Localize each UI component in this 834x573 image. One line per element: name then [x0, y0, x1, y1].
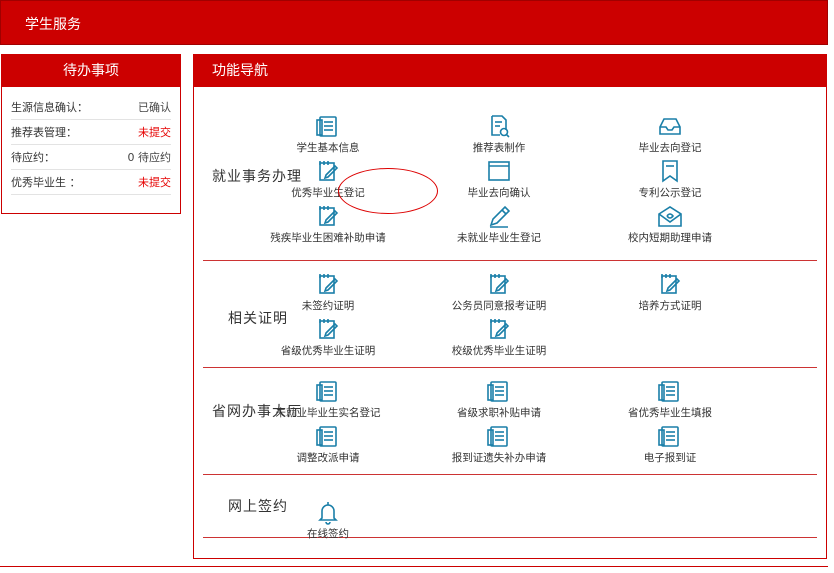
doc-icon	[485, 423, 513, 449]
nav-item-label: 培养方式证明	[638, 300, 702, 312]
nav-item-label: 未签约证明	[301, 300, 355, 312]
nav-item-label: 未就业毕业生登记	[457, 232, 541, 244]
nav-item-label: 毕业去向登记	[638, 142, 702, 154]
nav-item[interactable]: 培养方式证明	[575, 271, 765, 313]
envelope-icon	[656, 203, 684, 229]
todo-row-label: 优秀毕业生 ：	[11, 176, 81, 189]
nav-section: 网上签约 在线签约	[203, 475, 817, 541]
bell-icon	[314, 499, 342, 525]
nav-item-label: 推荐表制作	[472, 142, 526, 154]
nav-item-label: 未就业毕业生实名登记	[275, 407, 381, 419]
nav-item[interactable]: 推荐表制作	[404, 113, 594, 155]
nav-item-label: 残疾毕业生困难补助申请	[270, 232, 386, 244]
nav-item[interactable]: 校级优秀毕业生证明	[404, 316, 594, 358]
todo-row: 生源信息确认： 已确认	[11, 95, 171, 120]
doc-icon	[314, 113, 342, 139]
todo-row-value[interactable]: 未提交	[138, 174, 171, 190]
edit-icon	[485, 271, 513, 297]
nav-item-label: 省优秀毕业生填报	[628, 407, 712, 419]
nav-item[interactable]: 省级优秀毕业生证明	[233, 316, 423, 358]
todo-row-label: 生源信息确认：	[11, 101, 88, 114]
todo-row-value: 已确认	[138, 101, 171, 114]
nav-item-label: 专利公示登记	[638, 187, 702, 199]
todo-list: 生源信息确认： 已确认 推荐表管理： 未提交 待应约： 0 待应约 优秀毕业生 ：未提交	[2, 87, 180, 195]
nav-section: 相关证明 未签约证明 公务员同意报考证明 培养方式证明 省级优秀毕业生证明 校级优秀毕业生…	[203, 261, 817, 368]
nav-section: 就业事务办理 学生基本信息 推荐表制作 毕业去向登记 优秀毕业生登记 毕业去向确认 专利公示…	[203, 88, 817, 261]
edit-icon	[314, 316, 342, 342]
doc-icon	[314, 378, 342, 404]
nav-section: 省网办事大厅 未就业毕业生实名登记 省级求职补贴申请 省优秀毕业生填报 调整改派申请 报到…	[203, 368, 817, 475]
nav-item[interactable]: 电子报到证	[575, 423, 765, 465]
doc-icon	[485, 378, 513, 404]
nav-item[interactable]: 未就业毕业生实名登记	[233, 378, 423, 420]
nav-item[interactable]: 未签约证明	[233, 271, 423, 313]
pen-icon	[485, 203, 513, 229]
nav-item-label: 电子报到证	[643, 452, 697, 464]
nav-item[interactable]: 省优秀毕业生填报	[575, 378, 765, 420]
annotation-circle	[338, 168, 438, 214]
todo-row-value: 0 待应约	[127, 151, 172, 164]
edit-icon	[656, 271, 684, 297]
nav-item[interactable]: 毕业去向登记	[575, 113, 765, 155]
nav-item-label: 省级求职补贴申请	[457, 407, 541, 419]
doc-icon	[656, 423, 684, 449]
function-nav-panel: 功能导航 就业事务办理 学生基本信息 推荐表制作 毕业去向登记 优秀毕业生登记 毕业去向确…	[193, 54, 827, 559]
nav-item[interactable]: 未就业毕业生登记	[404, 203, 594, 245]
nav-item-label: 报到证遗失补办申请	[451, 452, 547, 464]
nav-item[interactable]: 公务员同意报考证明	[404, 271, 594, 313]
doc-icon	[314, 423, 342, 449]
header-bar: 学生服务	[0, 0, 828, 45]
nav-item-label: 毕业去向确认	[467, 187, 531, 199]
bookmark-icon	[656, 158, 684, 184]
nav-item[interactable]: 在线签约	[233, 499, 423, 541]
nav-item-label: 学生基本信息	[296, 142, 360, 154]
nav-item[interactable]: 调整改派申请	[233, 423, 423, 465]
todo-row-label: 待应约：	[11, 151, 55, 164]
todo-row-value[interactable]: 未提交	[138, 124, 171, 140]
window-icon	[485, 158, 513, 184]
doc-icon	[656, 378, 684, 404]
todo-row-label: 推荐表管理：	[11, 126, 77, 139]
nav-item[interactable]: 学生基本信息	[233, 113, 423, 155]
nav-item-label: 调整改派申请	[296, 452, 360, 464]
edit-icon	[314, 203, 342, 229]
nav-item[interactable]: 校内短期助理申请	[575, 203, 765, 245]
nav-title: 功能导航	[194, 55, 826, 87]
nav-item-label: 校内短期助理申请	[628, 232, 712, 244]
header-title: 学生服务	[25, 17, 81, 33]
todo-title: 待办事项	[2, 55, 180, 87]
nav-item-label: 省级优秀毕业生证明	[280, 345, 376, 357]
search-doc-icon	[485, 113, 513, 139]
todo-panel: 待办事项 生源信息确认： 已确认 推荐表管理： 未提交 待应约： 0 待应约 优秀毕业生 ：…	[1, 54, 181, 214]
nav-item[interactable]: 专利公示登记	[575, 158, 765, 200]
nav-item-label: 在线签约	[307, 528, 349, 540]
nav-item[interactable]: 省级求职补贴申请	[404, 378, 594, 420]
nav-item[interactable]: 报到证遗失补办申请	[404, 423, 594, 465]
nav-item-label: 校级优秀毕业生证明	[451, 345, 547, 357]
nav-item-label: 公务员同意报考证明	[451, 300, 547, 312]
inbox-icon	[656, 113, 684, 139]
edit-icon	[314, 158, 342, 184]
footer-divider	[0, 566, 828, 567]
todo-row: 待应约： 0 待应约	[11, 145, 171, 170]
edit-icon	[485, 316, 513, 342]
todo-row: 推荐表管理： 未提交	[11, 120, 171, 145]
edit-icon	[314, 271, 342, 297]
todo-row: 优秀毕业生 ： 未提交	[11, 170, 171, 195]
